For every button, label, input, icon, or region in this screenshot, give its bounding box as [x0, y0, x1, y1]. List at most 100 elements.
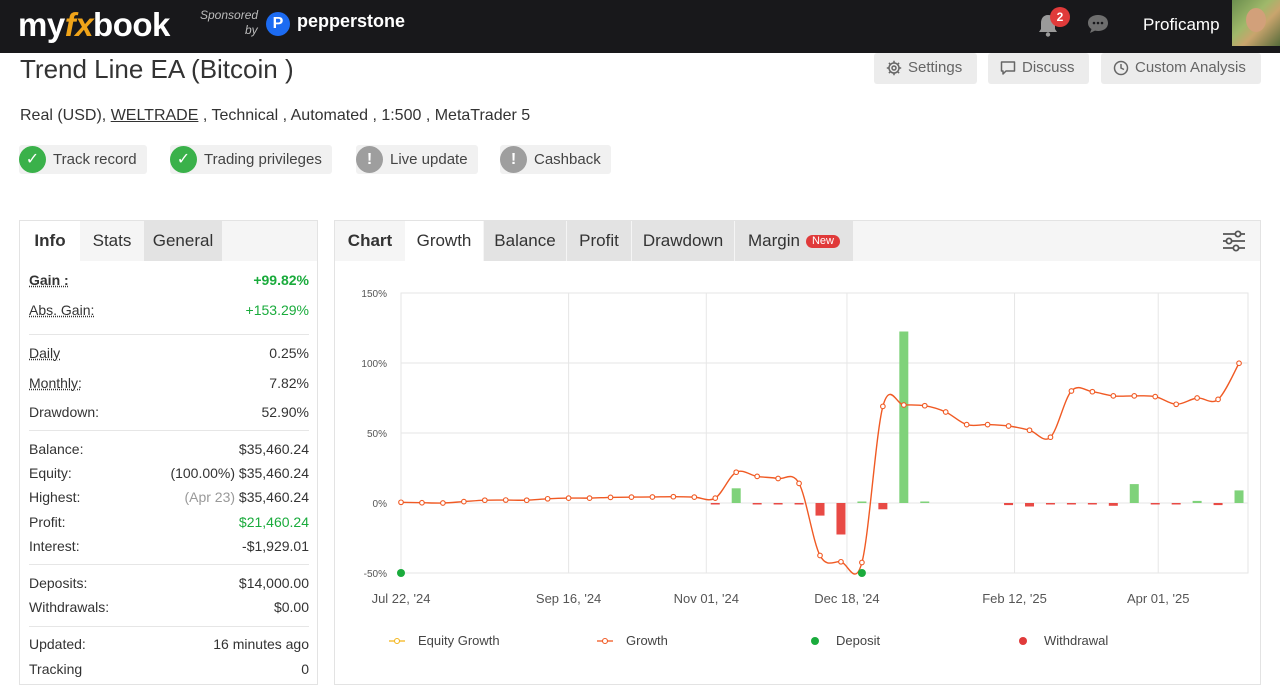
chart-tabs: Chart Growth Balance Profit Drawdown Mar… [335, 221, 1260, 261]
stat-balance: Balance: $35,460.24 [29, 441, 309, 457]
legend-label: Withdrawal [1044, 633, 1108, 648]
chat-bubble-icon[interactable] [1086, 12, 1110, 36]
custom-analysis-button[interactable]: Custom Analysis [1101, 53, 1261, 84]
growth-point [649, 494, 656, 500]
stat-label: Interest: [29, 538, 80, 554]
tab-general[interactable]: General [144, 221, 222, 261]
stat-value: $14,000.00 [238, 575, 309, 591]
clock-icon [1113, 60, 1129, 76]
myfxbook-logo[interactable]: myfxbook [18, 6, 170, 44]
legend-swatch [811, 637, 819, 645]
stat-label[interactable]: Monthly: [29, 375, 82, 391]
live-update-badge[interactable]: ! Live update [356, 145, 478, 174]
sliders-icon[interactable] [1221, 230, 1247, 252]
stat-value: $35,460.24 [238, 489, 309, 505]
stat-deposits: Deposits: $14,000.00 [29, 575, 309, 591]
stat-label: Deposits: [29, 575, 88, 591]
tab-stats[interactable]: Stats [80, 221, 144, 261]
stat-value: 52.90% [261, 404, 309, 420]
growth-point [628, 494, 635, 500]
growth-point [817, 552, 823, 559]
growth-point [523, 497, 530, 504]
page-title: Trend Line EA (Bitcoin ) [20, 54, 294, 84]
tab-profit[interactable]: Profit [567, 221, 631, 261]
deposit-marker [857, 569, 866, 577]
growth-point [942, 409, 949, 415]
bar [857, 501, 867, 503]
bar [710, 503, 720, 505]
growth-point [607, 494, 614, 501]
growth-point [775, 475, 781, 482]
username-link[interactable]: Proficamp [1143, 15, 1220, 35]
x-tick-label: Nov 01, '24 [674, 591, 739, 606]
tab-chart[interactable]: Chart [335, 221, 405, 261]
stat-value: -$1,929.01 [242, 538, 309, 554]
trading-privileges-badge[interactable]: ✓ Trading privileges [170, 145, 332, 174]
growth-point [461, 498, 467, 505]
legend-swatch [1019, 637, 1027, 645]
legend-label: Equity Growth [418, 633, 500, 648]
tab-growth[interactable]: Growth [405, 221, 483, 261]
track-record-badge[interactable]: ✓ Track record [19, 145, 147, 174]
stat-highest: Highest: (Apr 23) $35,460.24 [29, 489, 309, 505]
growth-chart[interactable]: 150% 100% 50% 0% -50% Jul 22, '24 Sep 16, '24 N… [335, 261, 1260, 684]
avatar[interactable] [1232, 0, 1280, 46]
growth-point [1110, 393, 1117, 399]
growth-point [1215, 396, 1221, 403]
growth-point [1068, 388, 1075, 394]
sponsor-name[interactable]: pepperstone [297, 11, 405, 32]
stat-value: $21,460.24 [238, 514, 309, 530]
bar [1108, 503, 1118, 506]
x-tick-label: Jul 22, '24 [372, 591, 431, 606]
bar [836, 503, 846, 535]
discuss-button[interactable]: Discuss [988, 53, 1089, 84]
deposit-marker [397, 569, 405, 577]
bar [1025, 503, 1035, 507]
x-tick-label: Sep 16, '24 [536, 591, 601, 606]
x-tick-label: Dec 18, '24 [814, 591, 879, 606]
growth-point [1047, 434, 1054, 441]
cashback-badge[interactable]: ! Cashback [500, 145, 611, 174]
stat-label[interactable]: Daily [29, 345, 60, 361]
exclamation-icon: ! [500, 146, 527, 173]
divider [29, 334, 309, 335]
growth-point [440, 500, 446, 506]
stat-label[interactable]: Gain : [29, 272, 69, 288]
stat-note: (Apr 23) [184, 489, 236, 505]
pepperstone-logo-icon[interactable]: P [266, 12, 290, 36]
bar [878, 503, 888, 510]
stat-label: Highest: [29, 489, 81, 505]
growth-point [1131, 393, 1138, 399]
broker-link[interactable]: WELTRADE [111, 107, 199, 124]
bar [752, 503, 762, 505]
tab-balance[interactable]: Balance [484, 221, 566, 261]
growth-point [398, 499, 404, 506]
growth-point [1152, 393, 1159, 400]
x-tick-label: Apr 01, '25 [1127, 591, 1189, 606]
stats-tabs: Info Stats General [20, 221, 317, 261]
account-details: Real (USD), WELTRADE , Technical , Autom… [20, 107, 531, 124]
settings-button[interactable]: Settings [874, 53, 977, 84]
growth-point [1089, 388, 1096, 395]
stat-label: Tracking [29, 661, 83, 677]
bar [1087, 503, 1097, 505]
growth-point [691, 494, 698, 500]
stat-label: Withdrawals: [29, 599, 110, 615]
growth-point [1236, 360, 1242, 367]
tab-margin[interactable]: Margin New [735, 221, 853, 261]
bar [1150, 503, 1160, 505]
legend-swatch-point [601, 637, 609, 645]
growth-point [733, 469, 740, 476]
stat-value: $35,460.24 [238, 441, 309, 457]
tab-drawdown[interactable]: Drawdown [632, 221, 734, 261]
stat-daily: Daily 0.25% [29, 345, 309, 361]
notification-badge[interactable]: 2 [1050, 7, 1070, 27]
stat-label: Balance: [29, 441, 84, 457]
bar [815, 503, 825, 516]
stat-label[interactable]: Abs. Gain: [29, 302, 94, 318]
stat-value: $0.00 [273, 599, 309, 615]
tab-info[interactable]: Info [20, 221, 80, 261]
check-icon: ✓ [19, 146, 46, 173]
gear-icon [886, 60, 902, 76]
bar [1192, 500, 1202, 503]
